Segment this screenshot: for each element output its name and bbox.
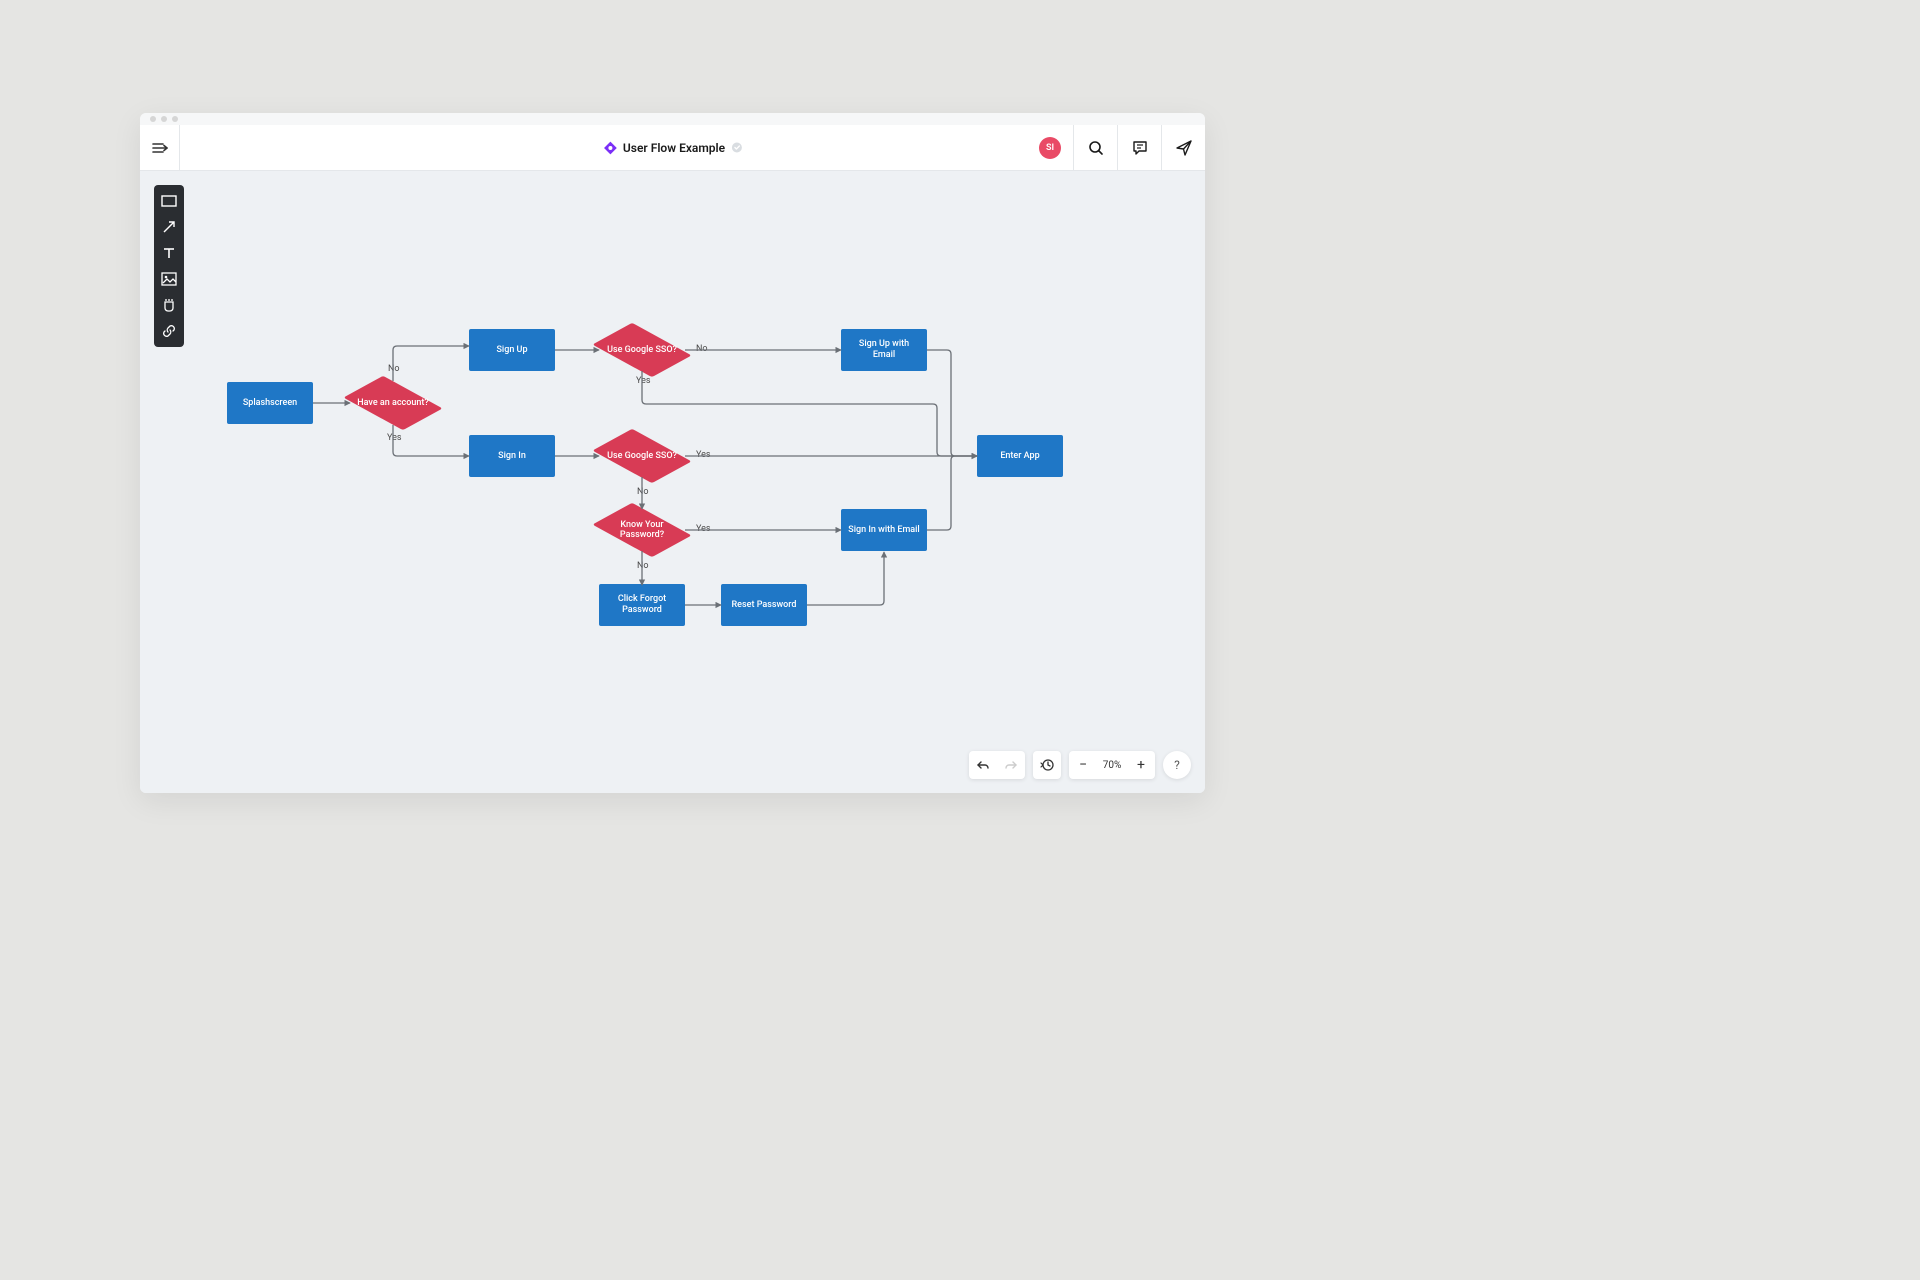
node-sign-in[interactable]: Sign In xyxy=(469,435,555,477)
redo-button[interactable] xyxy=(997,751,1025,779)
window-titlebar xyxy=(140,113,1205,125)
pin-icon xyxy=(162,298,176,312)
tool-palette xyxy=(154,185,184,347)
traffic-light-zoom[interactable] xyxy=(172,116,178,122)
edge-label-yes: Yes xyxy=(696,524,711,534)
edge-label-yes: Yes xyxy=(636,376,651,386)
node-splashscreen[interactable]: Splashscreen xyxy=(227,382,313,424)
comment-icon xyxy=(1132,140,1148,156)
share-button[interactable] xyxy=(1161,125,1205,170)
undo-icon xyxy=(976,759,990,771)
zoom-controls: − 70% + ? xyxy=(969,751,1191,779)
search-button[interactable] xyxy=(1073,125,1117,170)
sync-status-icon xyxy=(731,142,742,153)
tool-arrow[interactable] xyxy=(154,215,184,239)
tool-sticky-note[interactable] xyxy=(154,293,184,317)
node-sso-in[interactable]: Use Google SSO? xyxy=(600,428,684,484)
rectangle-icon xyxy=(161,195,177,207)
node-click-forgot[interactable]: Click Forgot Password xyxy=(599,584,685,626)
search-icon xyxy=(1088,140,1104,156)
zoom-in-button[interactable]: + xyxy=(1127,751,1155,779)
user-avatar[interactable]: SI xyxy=(1039,137,1061,159)
undo-redo-group xyxy=(969,751,1025,779)
traffic-light-close[interactable] xyxy=(150,116,156,122)
image-icon xyxy=(161,272,177,286)
node-sign-up[interactable]: Sign Up xyxy=(469,329,555,371)
arrow-icon xyxy=(162,220,176,234)
zoom-out-button[interactable]: − xyxy=(1069,751,1097,779)
tool-link[interactable] xyxy=(154,319,184,343)
edge-label-no: No xyxy=(637,561,649,571)
text-icon xyxy=(162,246,176,260)
app-header: User Flow Example SI xyxy=(140,125,1205,171)
menu-toggle-button[interactable] xyxy=(140,125,180,170)
node-sso-up[interactable]: Use Google SSO? xyxy=(600,322,684,378)
tool-rectangle[interactable] xyxy=(154,189,184,213)
edge-label-yes: Yes xyxy=(696,450,711,460)
edge-label-no: No xyxy=(696,344,708,354)
document-title-area[interactable]: User Flow Example xyxy=(603,141,742,155)
node-reset-pw[interactable]: Reset Password xyxy=(721,584,807,626)
node-know-pw[interactable]: Know Your Password? xyxy=(600,502,684,558)
document-title: User Flow Example xyxy=(623,141,725,155)
zoom-group: − 70% + xyxy=(1069,751,1155,779)
history-button[interactable] xyxy=(1033,751,1061,779)
edge-label-no: No xyxy=(388,364,400,374)
undo-button[interactable] xyxy=(969,751,997,779)
tool-text[interactable] xyxy=(154,241,184,265)
send-icon xyxy=(1176,140,1192,156)
header-right: SI xyxy=(1039,125,1205,170)
help-button[interactable]: ? xyxy=(1163,751,1191,779)
app-window: User Flow Example SI xyxy=(140,113,1205,793)
zoom-value[interactable]: 70% xyxy=(1097,760,1127,771)
diagram-canvas[interactable]: Splashscreen Have an account? Sign Up Si… xyxy=(140,171,1205,793)
edge-label-no: No xyxy=(637,487,649,497)
comments-button[interactable] xyxy=(1117,125,1161,170)
link-icon xyxy=(162,324,176,338)
history-icon xyxy=(1040,758,1054,772)
edge-label-yes: Yes xyxy=(387,433,402,443)
node-enter-app[interactable]: Enter App xyxy=(977,435,1063,477)
tool-image[interactable] xyxy=(154,267,184,291)
node-have-account[interactable]: Have an account? xyxy=(351,375,435,431)
menu-icon xyxy=(152,141,168,155)
history-group xyxy=(1033,751,1061,779)
traffic-light-minimize[interactable] xyxy=(161,116,167,122)
node-signup-email[interactable]: Sign Up with Email xyxy=(841,329,927,371)
redo-icon xyxy=(1004,759,1018,771)
node-signin-email[interactable]: Sign In with Email xyxy=(841,509,927,551)
app-logo-icon xyxy=(603,141,617,155)
